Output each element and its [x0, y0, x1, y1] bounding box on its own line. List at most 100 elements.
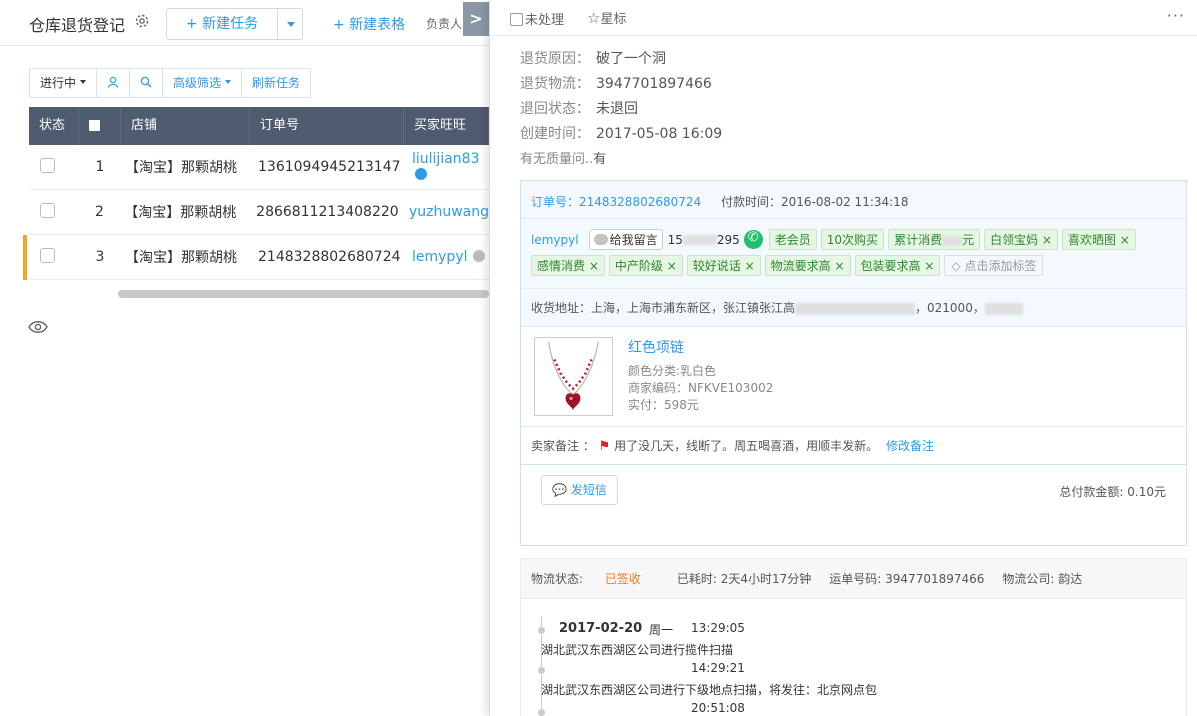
- row-shop: 【淘宝】那颗胡桃: [125, 250, 237, 266]
- filter-bar: 进行中 高级筛选 刷新任务: [29, 68, 312, 98]
- tag-purchase-count[interactable]: 10次购买: [820, 229, 885, 250]
- row-order: 2148328802680724: [258, 249, 401, 265]
- task-list-page: 仓库退货登记 + 新建任务 + 新建表格 负责人 > 进行中 高级筛选 刷新任务…: [0, 0, 489, 716]
- field-return-reason: 退货原因： 破了一个洞: [520, 51, 666, 67]
- task-fields: 退货原因： 破了一个洞 退货物流： 3947701897466 退回状态： 未退回 创…: [520, 48, 722, 173]
- edit-note-link[interactable]: 修改备注: [886, 439, 934, 453]
- owner-label[interactable]: 负责人: [426, 15, 462, 32]
- star-icon: ☆: [587, 9, 601, 27]
- send-sms-button[interactable]: 💬 发短信: [541, 475, 618, 505]
- tag-emotional-spend[interactable]: 感情消费 ×: [531, 255, 605, 276]
- timeline-dot: [538, 627, 545, 634]
- row-order: 1361094945213147: [258, 159, 401, 175]
- order-actions: 💬 发短信 总付款金额: 0.10元: [521, 465, 1186, 545]
- field-created-time: 创建时间： 2017-05-08 16:09: [520, 126, 723, 142]
- row-index: 2: [94, 204, 104, 220]
- tag-easy-going[interactable]: 较好说话 ×: [686, 255, 761, 276]
- refresh-button[interactable]: 刷新任务: [241, 69, 310, 97]
- table-header: 状态 店铺 订单号 买家旺旺: [29, 107, 489, 145]
- field-return-status: 退回状态： 未退回: [520, 101, 638, 117]
- select-all-checkbox[interactable]: [89, 120, 100, 131]
- new-task-button[interactable]: + 新建任务: [167, 9, 277, 39]
- gear-icon[interactable]: [134, 13, 150, 29]
- user-icon: [107, 76, 119, 88]
- wangwang-offline-icon[interactable]: [472, 250, 485, 262]
- necklace-image[interactable]: [534, 337, 613, 416]
- tag-old-member[interactable]: 老会员: [768, 229, 817, 250]
- col-order[interactable]: 订单号: [250, 107, 404, 145]
- logistics-header: 物流状态: 已签收 已耗时: 2天4小时17分钟 运单号码: 394770189…: [521, 559, 1186, 599]
- product-color: 颜色分类:乳白色: [628, 364, 717, 378]
- row-index: 1: [95, 159, 105, 175]
- table-row[interactable]: 1 【淘宝】那颗胡桃 1361094945213147 liulijian83: [29, 145, 489, 190]
- tag-likes-photos[interactable]: 喜欢晒图 ×: [1061, 229, 1136, 250]
- order-card: 订单号：2148328802680724 付款时间：2016-08-02 11:…: [520, 180, 1187, 546]
- new-form-button[interactable]: + 新建表格: [333, 14, 405, 34]
- product-paid: 实付：598元: [628, 398, 699, 412]
- row-buyer-link[interactable]: yuzhuwang: [409, 204, 489, 220]
- timeline-event: 湖北武汉东西湖区公司进行下级地点扫描，将发往：北京网点包: [541, 683, 878, 697]
- avatar: [593, 234, 608, 245]
- more-icon[interactable]: ···: [1167, 6, 1185, 25]
- horizontal-scrollbar[interactable]: [118, 290, 489, 298]
- col-status[interactable]: 状态: [29, 107, 79, 145]
- add-tag-button[interactable]: ◇ 点击添加标签: [944, 255, 1044, 276]
- pay-time: 付款时间：2016-08-02 11:34:18: [721, 195, 909, 209]
- logistics-status: 已签收: [604, 572, 641, 586]
- new-task-label: 新建任务: [202, 16, 259, 32]
- star-toggle[interactable]: ☆星标: [587, 8, 626, 27]
- row-index: 3: [95, 249, 105, 265]
- wangwang-online-icon[interactable]: [415, 168, 427, 180]
- col-select-all[interactable]: [79, 107, 121, 145]
- tag-packaging-demanding[interactable]: 包装要求高 ×: [854, 255, 941, 276]
- task-table: 状态 店铺 订单号 买家旺旺 1 【淘宝】那颗胡桃 13610949452131…: [23, 107, 489, 280]
- new-form-label: 新建表格: [349, 17, 406, 33]
- eye-icon[interactable]: [28, 320, 48, 334]
- phone-icon[interactable]: [743, 230, 763, 249]
- table-row[interactable]: 2 【淘宝】那颗胡桃 2866811213408220 yuzhuwang: [29, 190, 489, 235]
- unprocessed-checkbox[interactable]: [510, 13, 523, 26]
- timeline-time: 14:29:21: [691, 661, 745, 675]
- buyer-name-link[interactable]: lemypyl: [531, 233, 579, 247]
- tag-white-collar-mom[interactable]: 白领宝妈 ×: [984, 229, 1058, 250]
- table-row[interactable]: 3 【淘宝】那颗胡桃 2148328802680724 lemypyl: [23, 235, 489, 280]
- timeline-weekday: 周一: [649, 623, 674, 637]
- search-icon: [140, 76, 152, 88]
- timeline-line: [538, 617, 545, 716]
- row-buyer-link[interactable]: liulijian83: [412, 151, 479, 167]
- page-title: 仓库退货登记: [29, 16, 126, 35]
- product-item: 红色项链 颜色分类:乳白色 商家编码：NFKVE103002 实付：598元: [521, 327, 1186, 427]
- product-name-link[interactable]: 红色项链: [628, 337, 684, 357]
- timeline-dot: [538, 667, 545, 674]
- row-checkbox[interactable]: [40, 157, 55, 173]
- row-buyer-link[interactable]: lemypyl: [412, 249, 468, 265]
- tag-middle-class[interactable]: 中产阶级 ×: [608, 255, 683, 276]
- tag-logistics-demanding[interactable]: 物流要求高 ×: [764, 255, 851, 276]
- order-number[interactable]: 订单号：2148328802680724: [531, 193, 701, 210]
- field-quality-issue: 有无质量问..有: [520, 152, 607, 167]
- row-checkbox[interactable]: [40, 202, 55, 218]
- timeline-time: 13:29:05: [691, 621, 745, 635]
- task-detail-panel: 未处理 ☆星标 ··· 退货原因： 破了一个洞 退货物流： 394770189746…: [489, 0, 1197, 716]
- timeline-event: 湖北武汉东西湖区公司进行揽件扫描: [541, 643, 734, 657]
- message-button[interactable]: 给我留言: [588, 229, 663, 250]
- advanced-filter[interactable]: 高级筛选: [162, 69, 241, 97]
- user-filter[interactable]: [96, 69, 129, 97]
- order-header: 订单号：2148328802680724 付款时间：2016-08-02 11:…: [521, 181, 1186, 219]
- active-row-marker: [23, 235, 27, 280]
- unprocessed-toggle[interactable]: 未处理: [510, 9, 564, 28]
- collapse-panel-button[interactable]: >: [463, 2, 489, 36]
- row-checkbox[interactable]: [40, 247, 55, 263]
- shipping-address: 收货地址：上海，上海市浦东新区，张江镇张江高 ，021000，: [521, 289, 1186, 327]
- top-bar: 仓库退货登记 + 新建任务 + 新建表格 负责人 >: [0, 0, 489, 46]
- col-buyer[interactable]: 买家旺旺: [404, 107, 489, 145]
- logistics-card: 物流状态: 已签收 已耗时: 2天4小时17分钟 运单号码: 394770189…: [520, 558, 1187, 716]
- seller-note-text: 用了没几天，线断了。周五喝喜酒，用顺丰发新。: [614, 439, 879, 453]
- col-shop[interactable]: 店铺: [121, 107, 250, 145]
- new-task-dropdown[interactable]: [277, 9, 303, 39]
- tag-total-spend[interactable]: 累计消费元: [888, 229, 981, 250]
- status-filter[interactable]: 进行中: [30, 69, 96, 97]
- panel-toolbar: 未处理 ☆星标 ···: [490, 0, 1197, 36]
- buyer-info: lemypyl 给我留言 15295 老会员 10次购买 累计消费元 白领宝妈 …: [521, 219, 1186, 289]
- search-filter[interactable]: [129, 69, 162, 97]
